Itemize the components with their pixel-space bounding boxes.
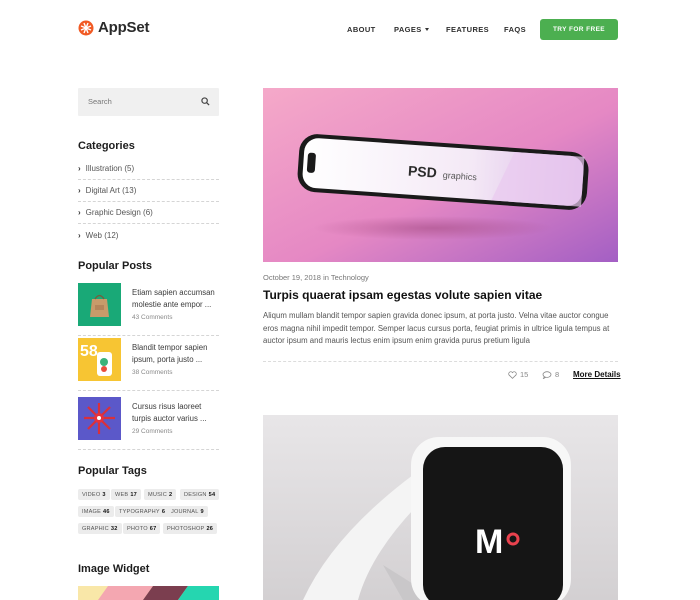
popular-post[interactable]: Etiam sapien accumsan molestie ante empo… xyxy=(78,283,219,336)
try-for-free-button[interactable]: TRY FOR FREE xyxy=(540,19,618,40)
tag-image[interactable]: IMAGE 46 xyxy=(78,506,114,517)
post-meta: October 19, 2018 in Technology xyxy=(263,273,369,282)
nav-pages[interactable]: PAGES xyxy=(394,25,429,34)
post-title[interactable]: Turpis quaerat ipsam egestas volute sapi… xyxy=(263,288,618,302)
search-box[interactable]: Search xyxy=(78,88,219,116)
brand-name: AppSet xyxy=(98,19,150,36)
post-comments: 43 Comments xyxy=(132,314,173,321)
popular-posts-title: Popular Posts xyxy=(78,260,152,272)
post-in: in xyxy=(323,273,329,282)
post-thumbnail[interactable] xyxy=(78,397,121,440)
divider xyxy=(263,361,618,362)
post-thumbnail[interactable] xyxy=(78,283,121,326)
post-thumbnail[interactable]: 58 xyxy=(78,338,121,381)
post-featured-image[interactable]: PSD graphics xyxy=(263,88,618,262)
post-excerpt: Aliqum mullam blandit tempor sapien grav… xyxy=(263,311,610,345)
post-comments: 29 Comments xyxy=(132,428,173,435)
tag-photo[interactable]: PHOTO 67 xyxy=(123,523,161,534)
tag-web[interactable]: WEB 17 xyxy=(111,489,141,500)
post-comments: 38 Comments xyxy=(132,369,173,376)
comments-counter[interactable]: 8 xyxy=(542,370,559,379)
popular-post[interactable]: 58 Blandit tempor sapien ipsum, porta ju… xyxy=(78,338,219,391)
heart-icon xyxy=(508,370,517,379)
nav-faqs[interactable]: FAQS xyxy=(504,25,526,34)
comment-icon xyxy=(542,370,552,379)
chevron-right-icon: › xyxy=(78,186,81,195)
image-widget-image[interactable] xyxy=(78,586,219,600)
post-category-link[interactable]: Technology xyxy=(331,273,369,282)
chevron-right-icon: › xyxy=(78,230,81,240)
post-title[interactable]: Blandit tempor sapien ipsum, porta justo… xyxy=(132,342,220,365)
search-icon[interactable] xyxy=(201,97,210,106)
tag-video[interactable]: VIDEO 3 xyxy=(78,489,110,500)
chevron-right-icon: › xyxy=(78,164,81,173)
search-input[interactable]: Search xyxy=(88,97,112,106)
nav-features[interactable]: FEATURES xyxy=(446,25,489,34)
post-date: October 19, 2018 xyxy=(263,273,321,282)
chevron-right-icon: › xyxy=(78,208,81,217)
category-item[interactable]: › Web (12) xyxy=(78,224,219,246)
tag-graphic[interactable]: GRAPHIC 32 xyxy=(78,523,122,534)
post-featured-image[interactable]: M xyxy=(263,415,618,600)
image-widget-title: Image Widget xyxy=(78,563,150,575)
category-item[interactable]: › Graphic Design (6) xyxy=(78,202,219,224)
category-item[interactable]: › Digital Art (13) xyxy=(78,180,219,202)
svg-text:PSD: PSD xyxy=(408,163,438,181)
categories-title: Categories xyxy=(78,140,135,152)
svg-text:M: M xyxy=(475,523,503,561)
tag-journal[interactable]: JOURNAL 9 xyxy=(167,506,208,517)
logo-icon xyxy=(78,20,94,35)
post-title[interactable]: Cursus risus laoreet turpis auctor variu… xyxy=(132,401,220,424)
popular-post[interactable]: Cursus risus laoreet turpis auctor variu… xyxy=(78,397,219,450)
tag-photoshop[interactable]: PHOTOSHOP 26 xyxy=(163,523,218,534)
category-item[interactable]: › Illustration (5) xyxy=(78,158,219,180)
post-title[interactable]: Etiam sapien accumsan molestie ante empo… xyxy=(132,287,220,310)
likes-counter[interactable]: 15 xyxy=(508,370,528,379)
svg-text:58: 58 xyxy=(80,343,98,360)
tag-music[interactable]: MUSIC 2 xyxy=(144,489,177,500)
popular-tags-title: Popular Tags xyxy=(78,465,147,477)
brand-logo[interactable]: AppSet xyxy=(78,19,150,36)
nav-about[interactable]: ABOUT xyxy=(347,25,376,34)
more-details-link[interactable]: More Details xyxy=(573,370,621,379)
tag-design[interactable]: DESIGN 54 xyxy=(180,489,220,500)
caret-down-icon xyxy=(424,28,429,31)
tag-typography[interactable]: TYPOGRAPHY 6 xyxy=(115,506,170,517)
